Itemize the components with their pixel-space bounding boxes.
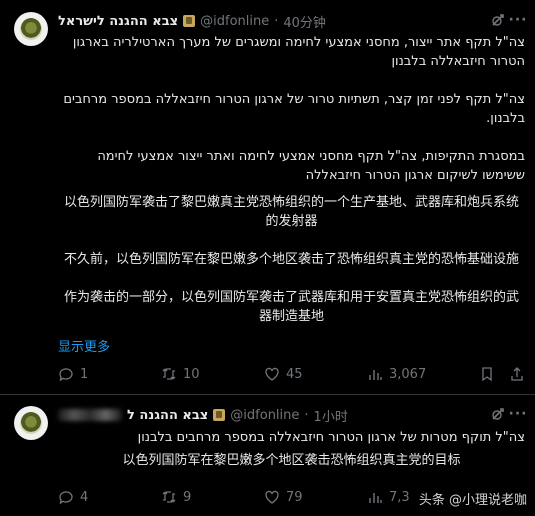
reply-count: 1 <box>80 366 89 382</box>
reply-button[interactable]: 1 <box>58 366 161 382</box>
repost-button[interactable]: 10 <box>161 366 264 382</box>
bookmark-icon[interactable] <box>479 366 495 382</box>
share-icon[interactable] <box>509 366 525 382</box>
reply-count: 4 <box>80 489 89 505</box>
author-handle[interactable]: @idfonline <box>230 408 299 423</box>
idf-emblem-icon <box>20 18 42 40</box>
author-handle[interactable]: @idfonline <box>200 14 269 29</box>
show-more-link[interactable]: 显示更多 <box>58 336 110 355</box>
tweet-header: צבא ההגנה ל @idfonline · 1小时 <box>58 406 495 425</box>
grok-icon[interactable] <box>489 405 507 423</box>
timestamp[interactable]: 1小时 <box>314 406 348 425</box>
affiliate-badge-icon <box>183 15 196 27</box>
tweet[interactable]: צבא ההגנה ל @idfonline · 1小时 ··· צה"ל תו… <box>0 394 535 516</box>
watermark-text: 头条 @小理说老咖 <box>418 493 527 508</box>
reply-icon <box>59 491 73 505</box>
heart-icon <box>265 490 279 504</box>
chinese-paragraph: 不久前，以色列国防军在黎巴嫩多个地区袭击了恐怖组织真主党的恐怖基础设施 <box>63 252 519 267</box>
like-count: 45 <box>286 366 303 382</box>
author-name[interactable]: צבא ההגנה לישראל <box>58 14 178 29</box>
more-options-icon[interactable]: ··· <box>509 405 527 423</box>
tweet-text: צה"ל תוקף מטרות של ארגון הטרור חיזבאללה … <box>58 428 525 470</box>
hebrew-paragraph: צה"ל תקף אתר ייצור, מחסני אמצעי לחימה ומ… <box>72 35 525 69</box>
hebrew-paragraph: צה"ל תוקף מטרות של ארגון הטרור חיזבאללה … <box>137 430 525 445</box>
reply-icon <box>59 368 73 382</box>
chinese-paragraph: 以色列国防军袭击了黎巴嫩真主党恐怖组织的一个生产基地、武器库和炮兵系统的发射器 <box>63 195 519 229</box>
tweet[interactable]: צבא ההגנה לישראל @idfonline · 40分钟 ··· צ… <box>0 0 535 394</box>
views-icon <box>369 370 382 380</box>
author-name[interactable]: צבא ההגנה ל <box>127 408 208 423</box>
repost-button[interactable]: 9 <box>161 489 264 505</box>
tweet-header: צבא ההגנה לישראל @idfonline · 40分钟 <box>58 12 326 31</box>
repost-icon <box>162 368 176 380</box>
more-options-icon[interactable]: ··· <box>509 11 527 29</box>
views-button[interactable]: 3,067 <box>367 366 470 382</box>
idf-emblem-icon <box>20 412 42 434</box>
blurred-name <box>58 409 122 421</box>
action-bar: 1 10 45 3,067 <box>58 366 525 382</box>
avatar[interactable] <box>14 12 48 46</box>
repost-icon <box>162 491 176 503</box>
hebrew-paragraph: במסגרת התקיפות, צה"ל תקף מחסני אמצעי לחי… <box>97 149 525 183</box>
repost-count: 9 <box>183 489 192 505</box>
watermark: 头条 @小理说老咖 <box>419 489 527 508</box>
views-count: 3,067 <box>389 366 427 382</box>
affiliate-badge-icon <box>213 409 226 421</box>
views-count: 7,3 <box>389 489 410 505</box>
chinese-paragraph: 作为袭击的一部分，以色列国防军袭击了武器库和用于安置真主党恐怖组织的武器制造基地 <box>63 290 519 324</box>
like-button[interactable]: 79 <box>264 489 367 505</box>
timestamp[interactable]: 40分钟 <box>283 12 326 31</box>
like-count: 79 <box>286 489 303 505</box>
grok-icon[interactable] <box>489 11 507 29</box>
reply-button[interactable]: 4 <box>58 489 161 505</box>
avatar[interactable] <box>14 406 48 440</box>
views-icon <box>369 493 382 503</box>
hebrew-paragraph: צה"ל תקף לפני זמן קצר, תשתיות טרור של אר… <box>63 92 525 126</box>
repost-count: 10 <box>183 366 200 382</box>
chinese-paragraph: 以色列国防军在黎巴嫩多个地区袭击恐怖组织真主党的目标 <box>122 453 461 468</box>
tweet-text: צה"ל תקף אתר ייצור, מחסני אמצעי לחימה ומ… <box>58 33 525 326</box>
heart-icon <box>265 367 279 381</box>
like-button[interactable]: 45 <box>264 366 367 382</box>
